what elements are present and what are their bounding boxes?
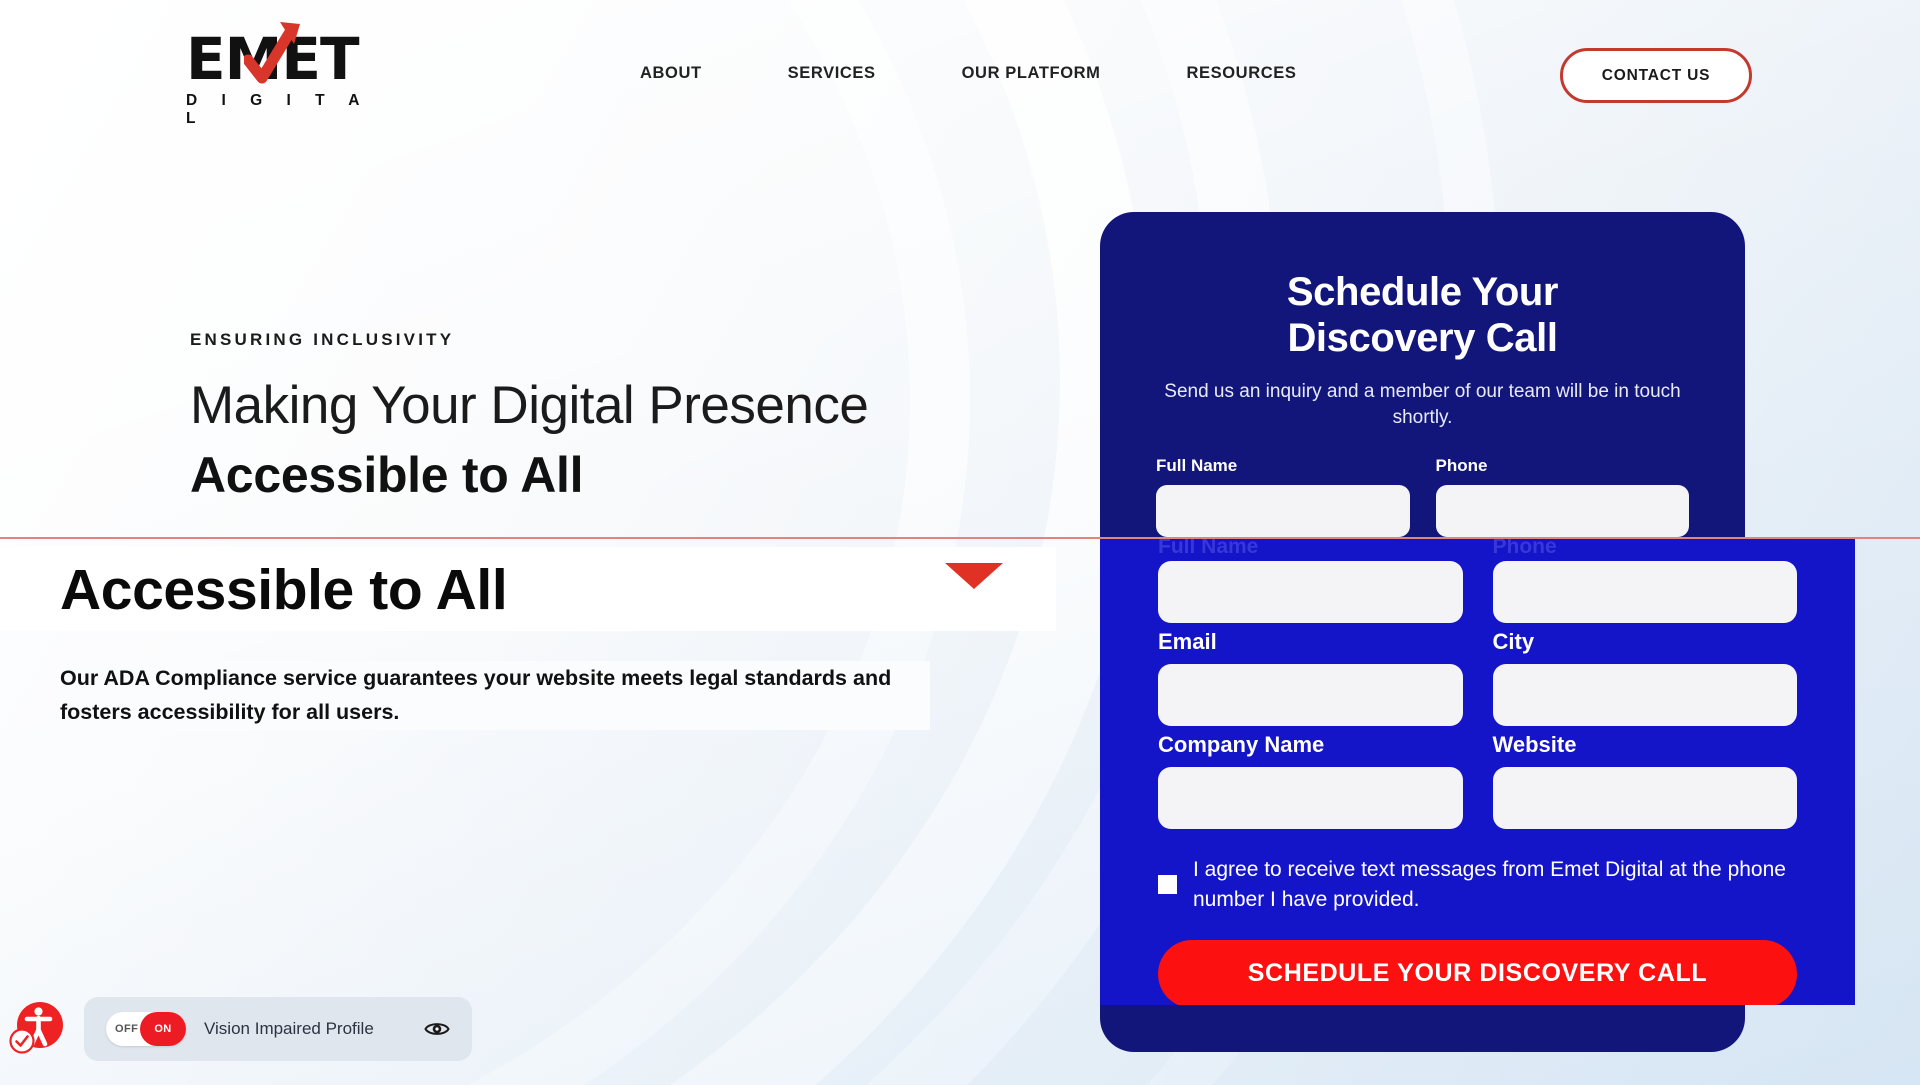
vision-impaired-profile-toggle[interactable]: OFF ON [106, 1012, 186, 1046]
phone-input[interactable] [1435, 485, 1689, 538]
magnified-label-email: Email [1158, 629, 1217, 654]
toggle-on-knob: ON [140, 1012, 186, 1046]
magnifier-content: Accessible to All Our ADA Compliance ser… [0, 539, 1920, 1005]
form-field-phone: Phone [1435, 456, 1689, 538]
triangle-down-icon[interactable] [945, 563, 1003, 589]
form-title-line1: Schedule Your [1286, 270, 1559, 314]
accessibility-widget: OFF ON Vision Impaired Profile [8, 997, 472, 1061]
main-navigation: ABOUT SERVICES OUR PLATFORM RESOURCES [640, 64, 1296, 83]
magnified-row-company-website: Company Name Website [1158, 732, 1797, 829]
logo[interactable]: EMET D I G I T A L [186, 22, 396, 128]
magnified-consent-label: I agree to receive text messages from Em… [1193, 858, 1786, 912]
magnified-ghost-label-row: Full Name Phone [1158, 539, 1797, 555]
magnified-field-website: Website [1492, 732, 1797, 829]
vision-impaired-profile-label: Vision Impaired Profile [204, 1019, 374, 1038]
nav-item-resources[interactable]: RESOURCES [1187, 64, 1297, 83]
nav-item-about[interactable]: ABOUT [640, 64, 702, 83]
nav-item-services[interactable]: SERVICES [788, 64, 876, 83]
contact-us-button[interactable]: CONTACT US [1560, 48, 1752, 103]
magnified-headline: Accessible to All [60, 558, 508, 622]
magnified-consent-checkbox[interactable] [1158, 875, 1177, 894]
magnified-field-city: City [1492, 629, 1797, 726]
form-subtitle: Send us an inquiry and a member of our t… [1164, 381, 1681, 428]
magnified-company-name-input[interactable] [1158, 767, 1463, 829]
magnified-phone-input[interactable] [1492, 561, 1797, 623]
magnified-full-name-input[interactable] [1158, 561, 1463, 623]
magnified-website-input[interactable] [1492, 767, 1797, 829]
magnified-form-card: Full Name Phone Email City Company Name … [1100, 539, 1855, 1005]
magnified-field-phone [1492, 561, 1797, 623]
magnified-label-company-name: Company Name [1158, 732, 1325, 757]
magnified-submit-button[interactable]: SCHEDULE YOUR DISCOVERY CALL [1158, 939, 1797, 1005]
form-row-name-phone: Full Name Phone [1156, 456, 1689, 538]
site-header: EMET D I G I T A L ABOUT SERVICES OUR PL… [0, 0, 1920, 150]
eye-icon[interactable] [424, 1016, 450, 1042]
magnified-field-full-name [1158, 561, 1463, 623]
logo-word-text: EMET [186, 25, 360, 93]
ghost-label-full-name: Full Name [1158, 539, 1259, 555]
accessibility-profile-panel: OFF ON Vision Impaired Profile [84, 997, 472, 1061]
magnified-email-input[interactable] [1158, 664, 1463, 726]
ghost-label-phone: Phone [1492, 539, 1557, 555]
hero-headline-line2: Accessible to All [190, 446, 584, 503]
magnified-row-name-phone [1158, 561, 1797, 623]
hero-headline-line1: Making Your Digital Presence [190, 376, 869, 435]
form-title: Schedule Your Discovery Call [1156, 270, 1689, 361]
magnified-consent-row: I agree to receive text messages from Em… [1158, 855, 1797, 916]
toggle-off-label: OFF [115, 1023, 139, 1035]
hero-eyebrow: ENSURING INCLUSIVITY [190, 330, 455, 349]
form-title-line2: Discovery Call [1287, 315, 1558, 360]
nav-item-our-platform[interactable]: OUR PLATFORM [962, 64, 1101, 83]
logo-wordmark: EMET [186, 22, 396, 88]
magnified-paragraph: Our ADA Compliance service guarantees yo… [60, 661, 930, 730]
magnified-field-company-name: Company Name [1158, 732, 1463, 829]
magnified-label-city: City [1492, 629, 1535, 654]
screen-magnifier-overlay: Accessible to All Our ADA Compliance ser… [0, 537, 1920, 1005]
label-full-name: Full Name [1156, 456, 1238, 476]
logo-subtitle: D I G I T A L [186, 92, 369, 128]
magnified-city-input[interactable] [1492, 664, 1797, 726]
form-field-full-name: Full Name [1156, 456, 1410, 538]
magnified-label-website: Website [1492, 732, 1577, 757]
accessibility-person-icon[interactable] [8, 1000, 66, 1058]
label-phone: Phone [1435, 456, 1488, 476]
full-name-input[interactable] [1156, 485, 1410, 538]
magnified-row-email-city: Email City [1158, 629, 1797, 726]
magnified-field-email: Email [1158, 629, 1463, 726]
